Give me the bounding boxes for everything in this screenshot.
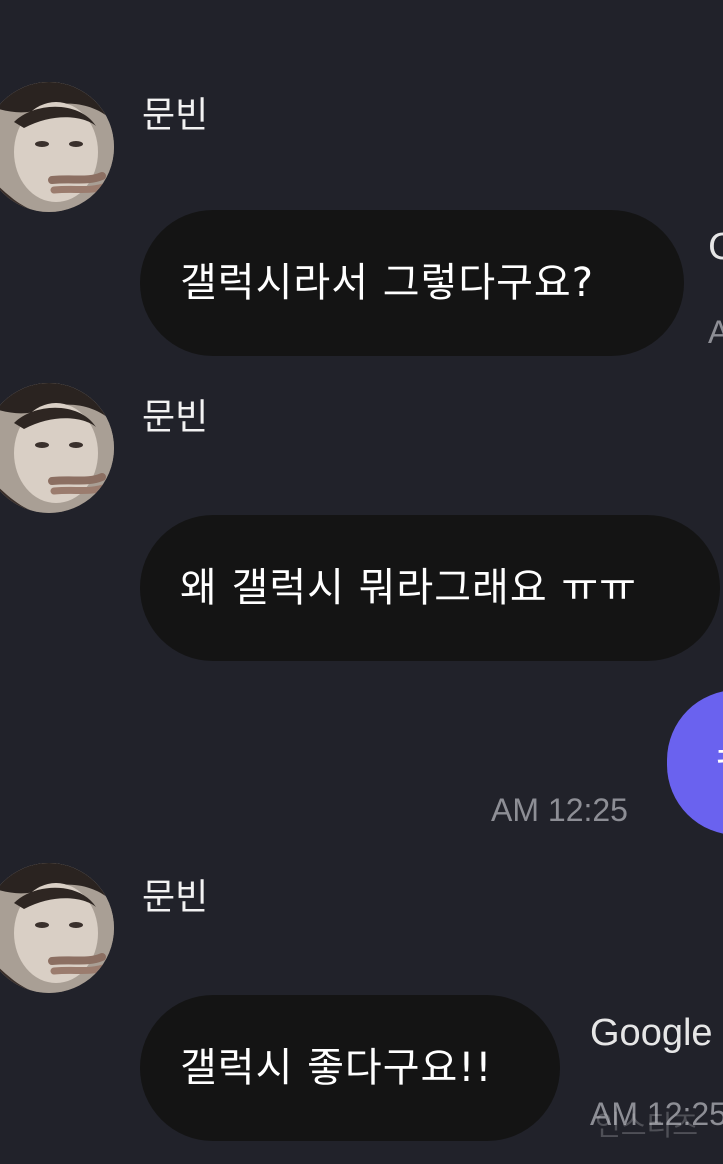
avatar-photo-icon: [0, 82, 114, 212]
link-preview-title: G: [708, 227, 723, 268]
message-bubble[interactable]: 갤럭시 좋다구요!!: [140, 995, 560, 1141]
sender-name: 문빈: [142, 95, 209, 136]
avatar-photo-icon: [0, 863, 114, 993]
message-text: 갤럭시라서 그렇다구요?: [180, 260, 594, 306]
sender-name: 문빈: [142, 397, 209, 438]
outgoing-message-text: ㅋ: [711, 738, 723, 786]
message-bubble[interactable]: 갤럭시라서 그렇다구요?: [140, 210, 684, 356]
avatar[interactable]: [0, 82, 114, 212]
watermark: 인스티즈: [595, 1109, 699, 1142]
avatar[interactable]: [0, 383, 114, 513]
avatar-photo-icon: [0, 383, 114, 513]
message-text: 갤럭시 좋다구요!!: [180, 1045, 493, 1091]
chat-screen: 문빈 갤럭시라서 그렇다구요? G A 문빈 왜 갤럭시 뭐라그래요 ㅠㅠ AM…: [0, 0, 723, 1164]
avatar[interactable]: [0, 863, 114, 993]
message-timestamp: AM 12:25: [491, 792, 628, 828]
message-timestamp: A: [708, 314, 723, 350]
message-text: 왜 갤럭시 뭐라그래요 ㅠㅠ: [180, 565, 637, 611]
link-preview-title: Google: [590, 1012, 713, 1054]
message-bubble[interactable]: 왜 갤럭시 뭐라그래요 ㅠㅠ: [140, 515, 720, 661]
sender-name: 문빈: [142, 877, 209, 918]
outgoing-message-bubble[interactable]: ㅋ: [667, 690, 723, 835]
